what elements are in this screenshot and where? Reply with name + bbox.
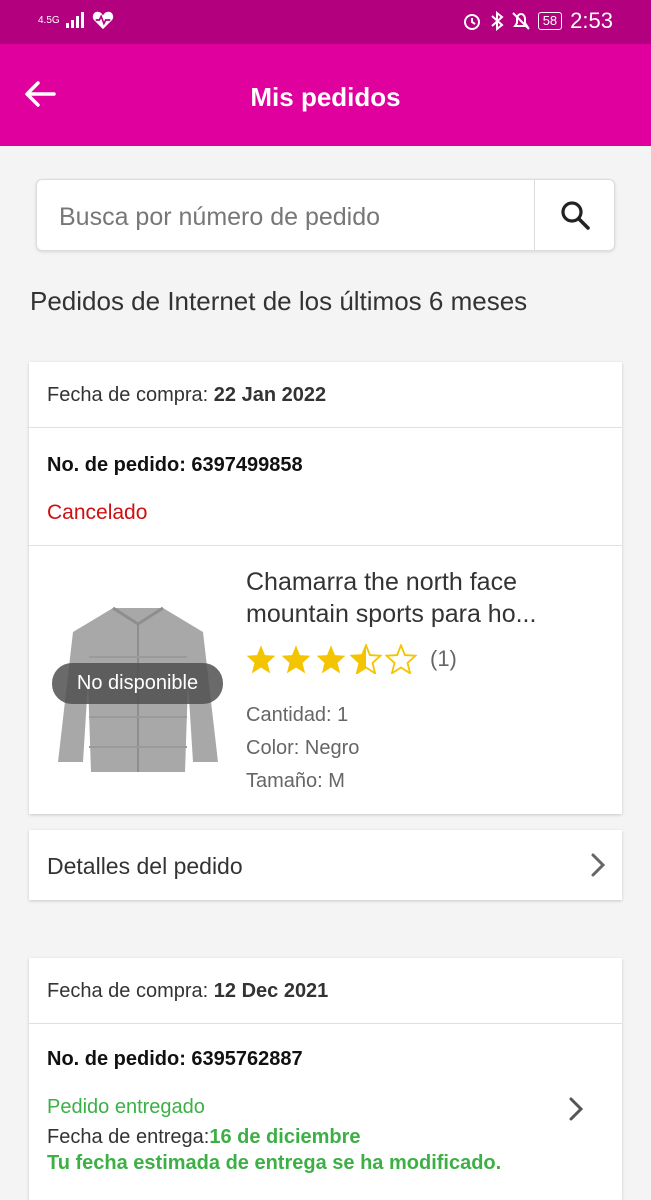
purchase-date-label: Fecha de compra: xyxy=(47,980,209,1002)
status-right: 58 2:53 xyxy=(462,8,613,34)
product-name[interactable]: Chamarra the north face mountain sports … xyxy=(246,566,586,630)
star-full-icon xyxy=(246,645,276,674)
delivery-note: Tu fecha estimada de entrega se ha modif… xyxy=(47,1152,502,1174)
star-full-icon xyxy=(316,645,346,674)
order-details-label: Detalles del pedido xyxy=(47,853,243,879)
chevron-right-icon xyxy=(591,853,606,877)
status-left: 4.5G xyxy=(38,10,114,30)
order-card[interactable]: Fecha de compra: 12 Dec 2021 No. de pedi… xyxy=(29,958,622,1200)
notifications-off-icon xyxy=(511,12,530,30)
star-empty-icon xyxy=(385,644,417,674)
purchase-date-value: 22 Jan 2022 xyxy=(213,384,327,406)
product-size: Tamaño: M xyxy=(246,770,345,792)
delivery-date-label: Fecha de entrega: xyxy=(47,1126,210,1148)
unavailable-badge: No disponible xyxy=(52,663,223,704)
product-color: Color: Negro xyxy=(246,737,360,759)
order-status: Pedido entregado xyxy=(47,1096,205,1118)
order-search-bar: Busca por número de pedido xyxy=(36,179,615,251)
purchase-date-row: Fecha de compra: 12 Dec 2021 xyxy=(29,958,622,1024)
product-rating: (1) xyxy=(245,644,457,674)
search-icon xyxy=(560,201,590,230)
order-card: Fecha de compra: 22 Jan 2022 No. de pedi… xyxy=(29,362,622,814)
delivery-date-value: 16 de diciembre xyxy=(209,1126,361,1148)
purchase-date-value: 12 Dec 2021 xyxy=(213,980,329,1002)
signal-icon xyxy=(65,12,84,28)
app-bar: Mis pedidos xyxy=(0,44,651,146)
star-full-icon xyxy=(281,645,311,674)
star-half-icon xyxy=(350,644,382,674)
search-input[interactable]: Busca por número de pedido xyxy=(59,203,380,232)
purchase-date-row: Fecha de compra: 22 Jan 2022 xyxy=(29,362,622,428)
divider xyxy=(29,545,622,546)
product-quantity: Cantidad: 1 xyxy=(246,704,349,726)
bluetooth-icon xyxy=(491,11,504,31)
chevron-right-icon xyxy=(569,1097,584,1121)
order-number: No. de pedido: 6395762887 xyxy=(47,1048,303,1070)
order-details-button[interactable]: Detalles del pedido xyxy=(29,830,622,900)
review-count: (1) xyxy=(430,646,457,671)
alarm-icon xyxy=(463,14,480,30)
search-button[interactable] xyxy=(534,180,614,250)
health-heart-icon xyxy=(92,11,113,30)
purchase-date-label: Fecha de compra: xyxy=(47,384,209,406)
order-status: Cancelado xyxy=(47,501,148,524)
page-title: Mis pedidos xyxy=(250,82,401,112)
order-number: No. de pedido: 6397499858 xyxy=(47,454,303,476)
status-bar: 4.5G 58 2:53 xyxy=(0,0,651,44)
clock: 2:53 xyxy=(570,8,613,33)
section-title: Pedidos de Internet de los últimos 6 mes… xyxy=(30,286,528,316)
battery-icon: 58 xyxy=(537,12,563,30)
delivery-date-row: Fecha de entrega:16 de diciembre xyxy=(47,1126,361,1149)
network-indicator: 4.5G xyxy=(38,14,60,26)
